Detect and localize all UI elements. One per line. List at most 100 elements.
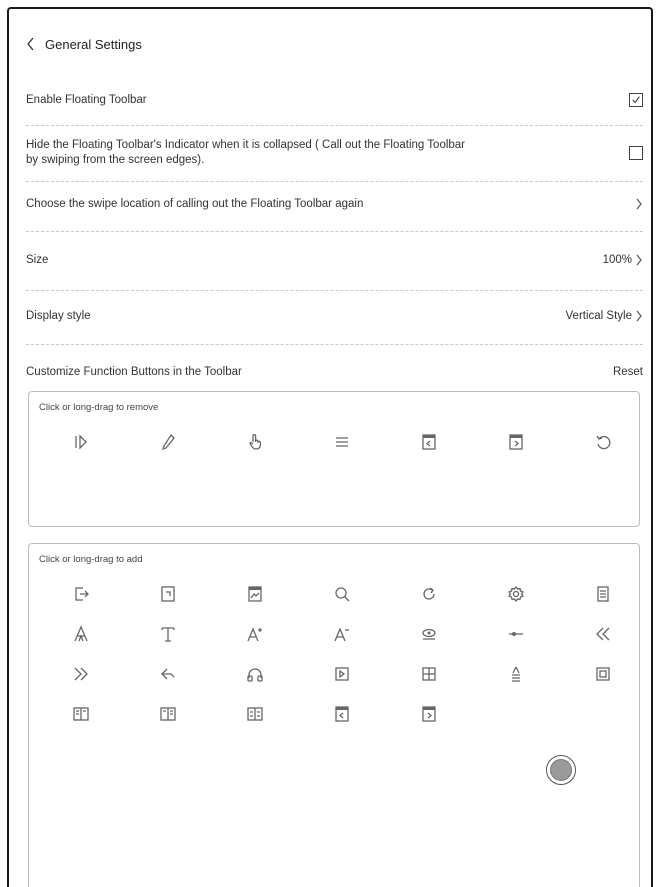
book-split-left-icon [72, 707, 89, 721]
font-increase-icon [246, 627, 262, 642]
line-slider-icon [508, 632, 523, 636]
floating-toolbar-button[interactable] [546, 755, 576, 785]
book-split-right-icon [159, 707, 176, 721]
toolbar-function-button[interactable] [385, 422, 472, 462]
chevron-right-icon [636, 198, 642, 210]
size-label: Size [26, 254, 49, 266]
back-arrow-icon [160, 668, 174, 680]
double-chevron-right-icon [74, 667, 88, 681]
checkmark-icon [632, 96, 640, 104]
book-bookmark-icon [334, 667, 349, 681]
toolbar-function-button[interactable] [385, 654, 472, 694]
toolbar-function-button[interactable] [124, 574, 211, 614]
hand-touch-icon [248, 434, 261, 450]
settings-screen: General Settings Enable Floating Toolbar… [7, 7, 653, 887]
toolbar-function-button[interactable] [37, 614, 124, 654]
eye-view-icon [421, 628, 436, 640]
toolbar-function-button[interactable] [559, 654, 646, 694]
grid-layout-icon [421, 667, 436, 681]
toolbar-function-button[interactable] [472, 614, 559, 654]
toolbar-function-button[interactable] [472, 574, 559, 614]
toolbar-function-button[interactable] [472, 422, 559, 462]
back-chevron-icon[interactable] [25, 37, 37, 51]
add-panel-label: Click or long-drag to add [39, 554, 143, 565]
toolbar-function-button[interactable] [385, 614, 472, 654]
chevron-right-icon [636, 254, 642, 266]
toolbar-function-button[interactable] [37, 422, 124, 462]
hide-indicator-label: Hide the Floating Toolbar's Indicator wh… [26, 138, 465, 168]
enable-floating-toolbar-checkbox[interactable] [629, 93, 643, 107]
headphones-icon [246, 668, 263, 682]
separator [26, 181, 643, 182]
settings-gear-icon [507, 585, 524, 603]
toolbar-function-button[interactable] [385, 694, 472, 734]
toolbar-function-button[interactable] [124, 422, 211, 462]
separator [26, 344, 643, 345]
toolbar-function-button[interactable] [298, 574, 385, 614]
toolbar-function-button[interactable] [37, 694, 124, 734]
customize-label: Customize Function Buttons in the Toolba… [26, 366, 242, 378]
toolbar-function-button[interactable] [559, 422, 646, 462]
hide-indicator-checkbox[interactable] [629, 146, 643, 160]
image-icon [247, 586, 262, 602]
reset-button[interactable]: Reset [613, 366, 643, 378]
add-panel: Click or long-drag to add [28, 543, 640, 887]
enable-floating-toolbar-label: Enable Floating Toolbar [26, 94, 147, 106]
pen-icon [161, 433, 175, 451]
toolbar-function-button[interactable] [37, 574, 124, 614]
hide-indicator-row[interactable]: Hide the Floating Toolbar's Indicator wh… [26, 135, 643, 171]
undo-icon [595, 435, 610, 450]
toolbar-function-button[interactable] [37, 654, 124, 694]
toolbar-function-button[interactable] [211, 694, 298, 734]
page-title: General Settings [45, 36, 142, 52]
toolbar-function-button[interactable] [124, 614, 211, 654]
toolbar-function-button[interactable] [298, 654, 385, 694]
remove-panel-label: Click or long-drag to remove [39, 402, 159, 413]
page-previous-icon [334, 706, 349, 722]
toolbar-function-button[interactable] [472, 654, 559, 694]
text-align-icon [511, 666, 520, 682]
hide-indicator-label-line2: by swiping from the screen edges). [26, 154, 205, 166]
size-value: 100% [602, 254, 632, 266]
notes-list-icon [596, 586, 609, 602]
hide-indicator-label-line1: Hide the Floating Toolbar's Indicator wh… [26, 139, 466, 151]
collapse-toolbar-icon [74, 434, 87, 450]
font-outline-icon [73, 625, 88, 642]
separator [26, 231, 643, 232]
separator [26, 125, 643, 126]
add-icon-grid [37, 574, 646, 734]
toolbar-function-button[interactable] [211, 574, 298, 614]
display-style-label: Display style [26, 310, 91, 322]
menu-lines-icon [335, 437, 348, 447]
screenshot-icon [160, 586, 175, 602]
toolbar-function-button[interactable] [559, 574, 646, 614]
toolbar-function-button[interactable] [298, 614, 385, 654]
double-chevron-left-icon [595, 627, 609, 641]
size-row[interactable]: Size 100% [26, 249, 643, 271]
refresh-icon [422, 587, 435, 600]
customize-row: Customize Function Buttons in the Toolba… [26, 361, 643, 383]
header[interactable]: General Settings [25, 31, 142, 57]
swipe-location-row[interactable]: Choose the swipe location of calling out… [26, 193, 643, 215]
page-next-icon [508, 434, 523, 450]
toolbar-function-button[interactable] [211, 614, 298, 654]
toolbar-function-button[interactable] [298, 422, 385, 462]
toolbar-function-button[interactable] [124, 694, 211, 734]
book-split-icon [246, 707, 263, 721]
page-next-icon [421, 706, 436, 722]
exit-icon [74, 587, 89, 601]
toolbar-function-button[interactable] [559, 614, 646, 654]
toolbar-function-button[interactable] [298, 694, 385, 734]
toolbar-function-button[interactable] [385, 574, 472, 614]
separator [26, 290, 643, 291]
toolbar-function-button[interactable] [211, 422, 298, 462]
font-decrease-icon [333, 627, 349, 642]
swipe-location-label: Choose the swipe location of calling out… [26, 198, 364, 210]
display-style-row[interactable]: Display style Vertical Style [26, 305, 643, 327]
toolbar-function-button[interactable] [211, 654, 298, 694]
remove-panel: Click or long-drag to remove [28, 391, 640, 527]
chevron-right-icon [636, 310, 642, 322]
enable-floating-toolbar-row[interactable]: Enable Floating Toolbar [26, 89, 643, 111]
image-frame-icon [595, 667, 610, 681]
toolbar-function-button[interactable] [124, 654, 211, 694]
